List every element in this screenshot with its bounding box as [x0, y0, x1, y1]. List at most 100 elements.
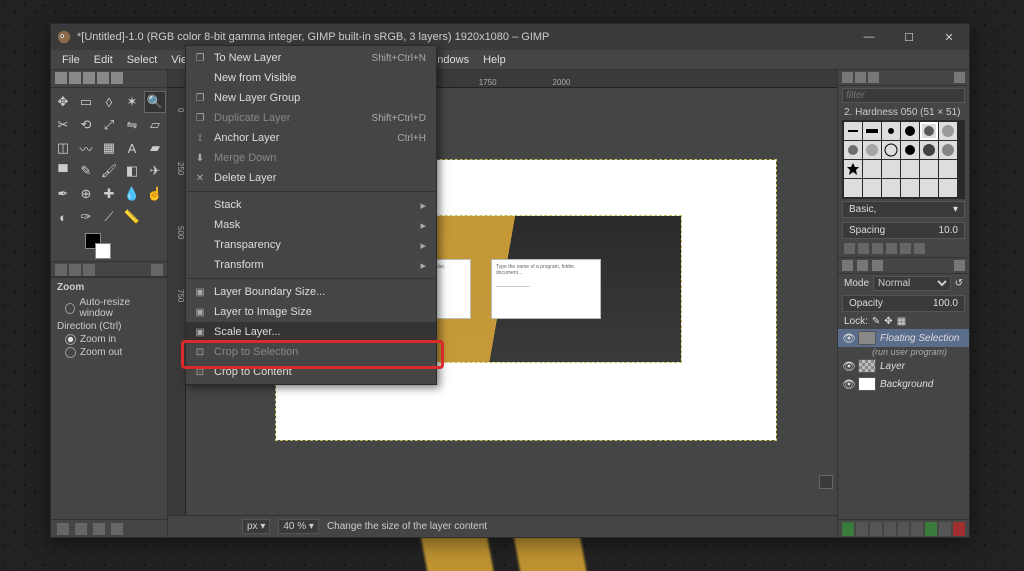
brush-item[interactable] [844, 160, 862, 178]
tool-move[interactable]: ✥ [53, 92, 73, 112]
anchor-layer-icon[interactable] [925, 522, 937, 536]
brush-filter-input[interactable] [842, 88, 965, 103]
fg-bg-colors[interactable] [51, 231, 167, 261]
brush-item[interactable]: ◍ [863, 179, 881, 197]
tool-ink[interactable]: ✒ [53, 184, 73, 204]
brush-item[interactable] [863, 122, 881, 140]
menu-item-mask[interactable]: Mask▸ [186, 215, 436, 235]
delete-layer-icon[interactable] [953, 522, 965, 536]
tab-layers-icon[interactable] [842, 260, 853, 271]
brush-item[interactable] [901, 122, 919, 140]
tool-bucket[interactable]: ▰ [145, 138, 165, 158]
brush-item[interactable] [863, 141, 881, 159]
open-as-image-icon[interactable] [914, 243, 925, 254]
tab-menu-icon[interactable] [954, 260, 965, 271]
tool-blur[interactable]: 💧 [122, 184, 142, 204]
menu-item-transform[interactable]: Transform▸ [186, 255, 436, 275]
menu-item-new-layer-group[interactable]: ❐New Layer Group [186, 88, 436, 108]
brush-filter[interactable] [842, 88, 965, 103]
tool-zoom[interactable]: 🔍 [145, 92, 165, 112]
menu-item-new-from-visible[interactable]: New from Visible [186, 68, 436, 88]
layer-row[interactable]: 👁 Floating Selection [838, 329, 969, 347]
tab-icon[interactable] [111, 72, 123, 84]
tool-warp[interactable]: 〰 [76, 138, 96, 158]
layer-row[interactable]: 👁 Layer [838, 357, 969, 375]
tool-smudge[interactable]: ☝ [145, 184, 165, 204]
menu-help[interactable]: Help [476, 52, 513, 68]
visibility-icon[interactable]: 👁 [842, 360, 854, 373]
menu-select[interactable]: Select [120, 52, 165, 68]
tool-rect-select[interactable]: ▭ [76, 92, 96, 112]
tab-icon[interactable] [55, 72, 67, 84]
menu-edit[interactable]: Edit [87, 52, 120, 68]
tool-gradient[interactable]: ▀ [53, 161, 73, 181]
tool-fuzzy-select[interactable]: ✶ [122, 92, 142, 112]
tool-measure[interactable]: 📏 [122, 207, 142, 227]
mask-layer-icon[interactable] [939, 522, 951, 536]
brush-item[interactable]: ⋰ [939, 160, 957, 178]
lock-pixels-icon[interactable]: ✎ [872, 316, 880, 327]
tab-icon[interactable] [69, 72, 81, 84]
spacing-slider[interactable]: Spacing10.0 [842, 222, 965, 239]
brush-item[interactable] [844, 141, 862, 159]
brush-item[interactable]: ◉ [882, 179, 900, 197]
brush-item[interactable]: ፨ [920, 160, 938, 178]
menu-item-transparency[interactable]: Transparency▸ [186, 235, 436, 255]
lock-alpha-icon[interactable]: ▦ [897, 316, 906, 327]
reset-options-icon[interactable] [111, 523, 123, 535]
mode-select[interactable]: Normal [873, 276, 951, 291]
tool-unified[interactable]: ◫ [53, 138, 73, 158]
visibility-icon[interactable]: 👁 [842, 378, 854, 391]
tool-free-select[interactable]: ◊ [99, 92, 119, 112]
background-color[interactable] [95, 243, 111, 259]
delete-options-icon[interactable] [93, 523, 105, 535]
tool-text[interactable]: A [122, 138, 142, 158]
gradient-indicator[interactable] [83, 264, 95, 276]
lower-layer-icon[interactable] [884, 522, 896, 536]
tab-menu-icon[interactable] [151, 264, 163, 276]
visibility-icon[interactable]: 👁 [842, 332, 854, 345]
tab-patterns-icon[interactable] [855, 72, 866, 83]
tool-perspective[interactable]: ▱ [145, 115, 165, 135]
menu-item-delete-layer[interactable]: ✕Delete Layer [186, 168, 436, 188]
nav-thumbnail-icon[interactable] [819, 475, 833, 489]
zoom-in-radio[interactable]: Zoom in [65, 334, 161, 345]
tool-color-picker[interactable]: ⟋ [99, 207, 119, 227]
duplicate-layer-icon[interactable] [898, 522, 910, 536]
minimize-button[interactable]: ― [849, 24, 889, 50]
tool-clone[interactable]: ⊕ [76, 184, 96, 204]
zoom-selector[interactable]: 40 % ▾ [278, 519, 319, 534]
restore-options-icon[interactable] [75, 523, 87, 535]
brush-item[interactable] [939, 122, 957, 140]
tool-eraser[interactable]: ◧ [122, 161, 142, 181]
duplicate-brush-icon[interactable] [872, 243, 883, 254]
mode-reset-icon[interactable]: ↺ [955, 278, 963, 289]
brush-item[interactable] [844, 122, 862, 140]
brush-item[interactable] [920, 141, 938, 159]
menu-item-layer-boundary-size[interactable]: ▣Layer Boundary Size... [186, 282, 436, 302]
tab-paths-icon[interactable] [872, 260, 883, 271]
tool-scale[interactable]: ⤢ [99, 115, 119, 135]
save-options-icon[interactable] [57, 523, 69, 535]
maximize-button[interactable]: ☐ [889, 24, 929, 50]
menu-item-layer-to-image-size[interactable]: ▣Layer to Image Size [186, 302, 436, 322]
lock-position-icon[interactable]: ✥ [884, 316, 892, 327]
tab-brushes-icon[interactable] [842, 72, 853, 83]
delete-brush-icon[interactable] [886, 243, 897, 254]
tab-channels-icon[interactable] [857, 260, 868, 271]
menu-item-scale-layer[interactable]: ▣Scale Layer... [186, 322, 436, 342]
auto-resize-checkbox[interactable]: Auto-resize window [65, 297, 161, 319]
brush-item[interactable] [901, 141, 919, 159]
tool-brush[interactable]: 🖌 [99, 161, 119, 181]
new-group-icon[interactable] [856, 522, 868, 536]
pattern-indicator[interactable] [69, 264, 81, 276]
brush-item[interactable] [882, 122, 900, 140]
brush-item[interactable] [882, 141, 900, 159]
merge-layer-icon[interactable] [911, 522, 923, 536]
tab-fonts-icon[interactable] [868, 72, 879, 83]
brush-item[interactable]: ⊛ [920, 179, 938, 197]
brush-item[interactable]: ⠿ [844, 179, 862, 197]
tool-crop[interactable]: ✂ [53, 115, 73, 135]
tool-path[interactable]: ✑ [76, 207, 96, 227]
raise-layer-icon[interactable] [870, 522, 882, 536]
